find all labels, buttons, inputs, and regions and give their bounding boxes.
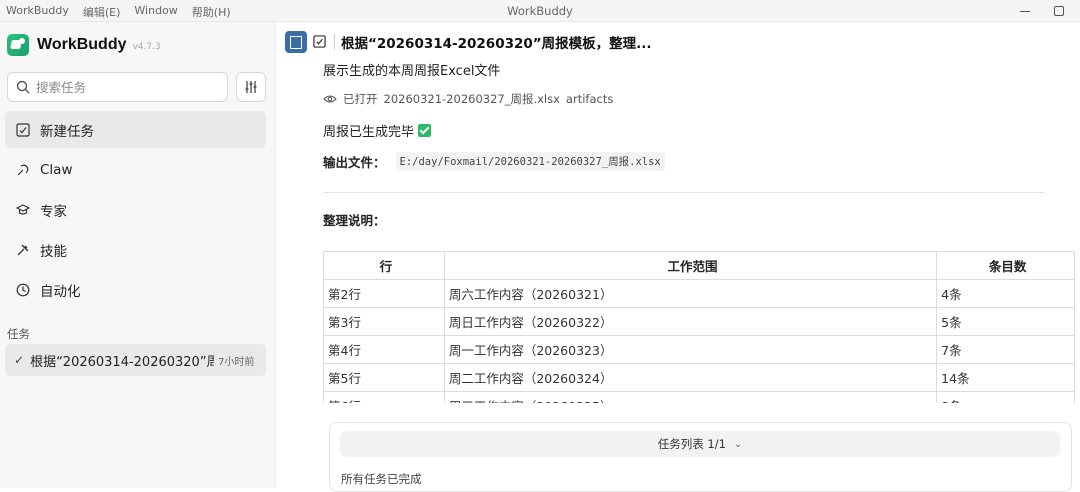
maximize-icon[interactable] [1054, 6, 1064, 16]
task-header: 根据“20260314-20260320”周报模板，整理... [285, 31, 652, 53]
check-badge-icon [418, 124, 432, 137]
table-cell: 8条 [936, 391, 1075, 403]
table-row: 第6行 周三工作内容（20260325） 8条 [323, 391, 1075, 403]
table-cell: 7条 [936, 335, 1075, 364]
done-text: 周报已生成完毕 [323, 125, 415, 140]
summary-table-container[interactable]: 行 工作范围 条目数 第2行 周六工作内容（20260321） 4条 第3行 周… [323, 251, 1075, 403]
clock-icon [15, 282, 31, 298]
sidebar-item-claw[interactable]: Claw [5, 151, 266, 188]
checkbox-icon [313, 33, 326, 52]
output-path[interactable]: E:/day/Foxmail/20260321-20260327_周报.xlsx [395, 152, 665, 171]
sidebar-item-new-task[interactable]: 新建任务 [5, 111, 266, 148]
main-panel: 根据“20260314-20260320”周报模板，整理... 展示生成的本周周… [277, 22, 1080, 492]
done-status: 周报已生成完毕 [323, 121, 1075, 140]
all-done-text: 所有任务已完成 [341, 472, 422, 486]
sidebar-nav: 新建任务 Claw 专家 技能 自动化 [5, 111, 266, 311]
column-header: 行 [323, 251, 445, 280]
brand: WorkBuddy v4.7.3 [7, 34, 161, 56]
task-list-toggle[interactable]: 任务列表 1/1 ⌄ [340, 431, 1060, 457]
column-header: 工作范围 [443, 251, 938, 280]
filter-button[interactable] [236, 72, 266, 102]
table-cell: 周一工作内容（20260323） [443, 335, 938, 364]
chevron-down-icon: ⌄ [733, 438, 743, 450]
intro-text: 展示生成的本周周报Excel文件 [323, 64, 501, 79]
brand-name: WorkBuddy [37, 36, 127, 53]
table-cell: 周三工作内容（20260325） [443, 391, 938, 403]
table-cell: 第3行 [323, 307, 445, 336]
table-cell: 周六工作内容（20260321） [443, 279, 938, 308]
checkmark-icon: ✓ [14, 353, 25, 367]
divider [323, 192, 1045, 193]
task-list-label: 任务列表 1/1 [657, 437, 726, 451]
table-cell: 第6行 [323, 391, 445, 403]
table-cell: 第2行 [323, 279, 445, 308]
table-cell: 第4行 [323, 335, 445, 364]
search-box[interactable] [7, 72, 228, 102]
task-list-panel: 任务列表 1/1 ⌄ 所有任务已完成 [329, 422, 1072, 492]
table-row: 第2行 周六工作内容（20260321） 4条 [323, 279, 1075, 308]
opened-file-row[interactable]: 已打开 20260321-20260327_周报.xlsx artifacts [323, 91, 1075, 107]
page-title: 根据“20260314-20260320”周报模板，整理... [341, 36, 652, 52]
task-list-item[interactable]: ✓ 根据“20260314-20260320”周报模板，整理… 7小时前 [5, 344, 266, 376]
header-divider [334, 34, 335, 50]
eye-icon [323, 95, 337, 103]
sidebar-item-automation[interactable]: 自动化 [5, 271, 266, 308]
table-cell: 14条 [936, 363, 1075, 392]
table-cell: 周二工作内容（20260324） [443, 363, 938, 392]
expert-icon [15, 202, 31, 218]
table-cell: 4条 [936, 279, 1075, 308]
task-name: 根据“20260314-20260320”周报模板，整理… [30, 354, 215, 370]
sidebar-item-skills[interactable]: 技能 [5, 231, 266, 268]
notes-heading: 整理说明： [323, 213, 386, 228]
sidebar-item-expert[interactable]: 专家 [5, 191, 266, 228]
column-header: 条目数 [936, 251, 1075, 280]
table-row: 第4行 周一工作内容（20260323） 7条 [323, 335, 1075, 364]
table-row: 第5行 周二工作内容（20260324） 14条 [323, 363, 1075, 392]
workbuddy-logo-icon [7, 34, 29, 56]
output-file-row: 输出文件： E:/day/Foxmail/20260321-20260327_周… [323, 152, 1075, 171]
sidebar-item-label: 自动化 [40, 283, 81, 300]
minimize-icon[interactable] [1020, 11, 1030, 12]
table-cell: 第5行 [323, 363, 445, 392]
sidebar-item-label: 技能 [40, 243, 67, 260]
table-row: 第3行 周日工作内容（20260322） 5条 [323, 307, 1075, 336]
table-cell: 5条 [936, 307, 1075, 336]
table-cell: 周日工作内容（20260322） [443, 307, 938, 336]
task-time: 7小时前 [218, 356, 255, 368]
sliders-icon [245, 81, 257, 93]
opened-file-name[interactable]: 20260321-20260327_周报.xlsx [384, 91, 560, 107]
tasks-section-label: 任务 [7, 327, 30, 341]
message-content: 展示生成的本周周报Excel文件 已打开 20260321-20260327_周… [323, 60, 1075, 228]
summary-table: 行 工作范围 条目数 第2行 周六工作内容（20260321） 4条 第3行 周… [323, 251, 1075, 403]
sidebar-item-label: 新建任务 [40, 123, 94, 140]
skills-icon [15, 242, 31, 258]
claw-icon [15, 162, 31, 178]
search-input[interactable] [36, 79, 216, 95]
sidebar: WorkBuddy v4.7.3 新建任务 Claw 专家 技能 自动化 任务 [0, 22, 276, 488]
search-icon [16, 80, 30, 94]
sidebar-item-label: 专家 [40, 203, 67, 220]
opened-label: 已打开 [343, 92, 378, 106]
app-version: v4.7.3 [132, 41, 161, 52]
opened-file-tag: artifacts [565, 92, 614, 106]
window-title: WorkBuddy [507, 4, 573, 18]
output-label: 输出文件： [323, 155, 386, 170]
edit-icon [15, 122, 31, 138]
table-header-row: 行 工作范围 条目数 [323, 251, 1075, 280]
panel-toggle-icon[interactable] [285, 31, 307, 53]
sidebar-item-label: Claw [40, 161, 73, 178]
title-bar: WorkBuddy 编辑(E) Window 帮助(H) WorkBuddy [0, 0, 1080, 22]
